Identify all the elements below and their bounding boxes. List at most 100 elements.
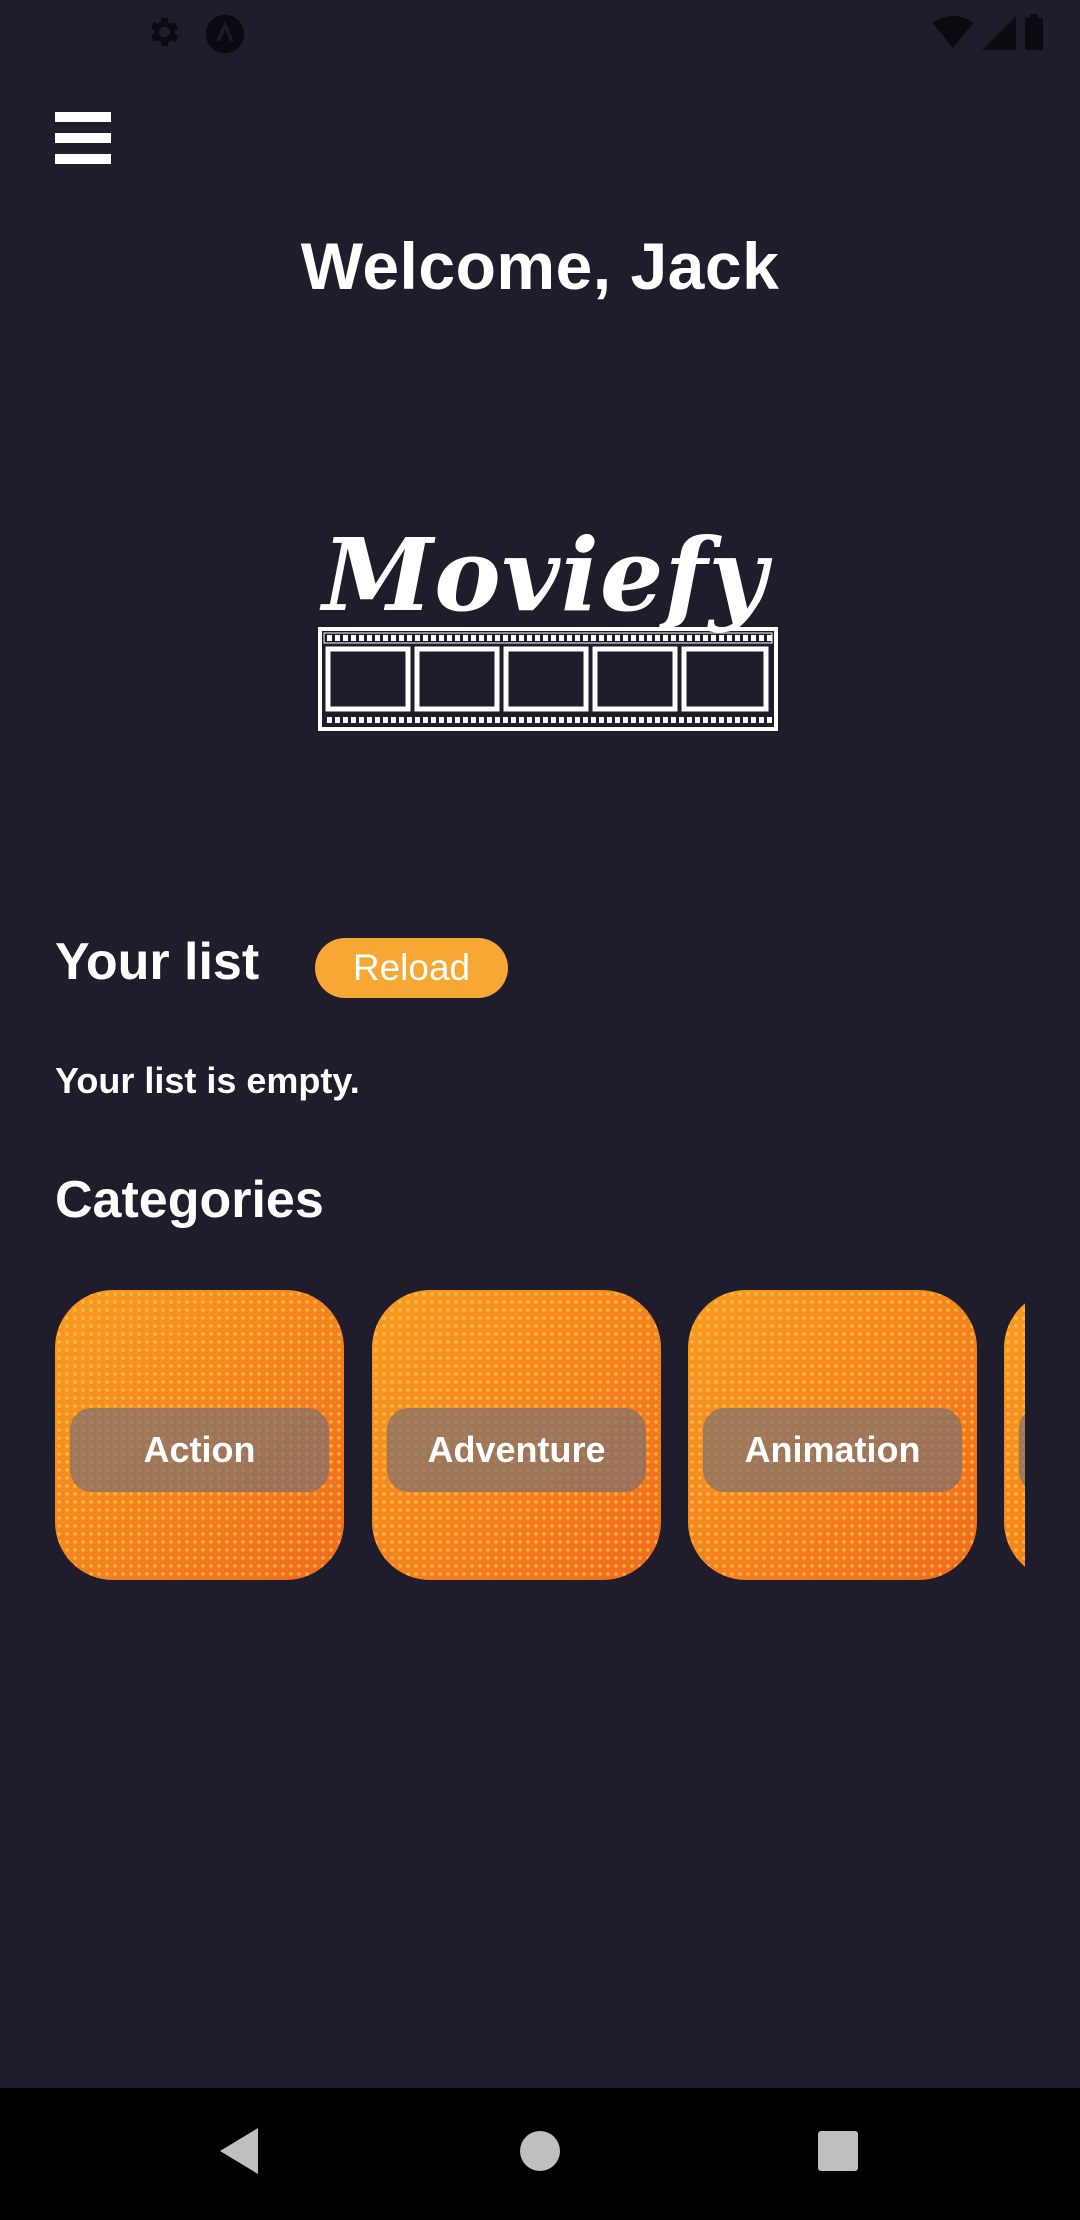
- menu-bar: [55, 112, 111, 122]
- category-card-adventure[interactable]: Adventure: [372, 1290, 661, 1580]
- film-perforation: [583, 635, 588, 641]
- film-perforation: [575, 717, 580, 723]
- film-perforation: [671, 717, 676, 723]
- film-perforation: [367, 717, 372, 723]
- menu-bar: [55, 133, 111, 143]
- category-card-animation[interactable]: Animation: [688, 1290, 977, 1580]
- film-strip-icon: [318, 627, 778, 731]
- film-perforation: [511, 717, 516, 723]
- film-perforation: [575, 635, 580, 641]
- film-perforation: [511, 635, 516, 641]
- categories-title: Categories: [55, 1171, 324, 1229]
- category-card-action[interactable]: Action: [55, 1290, 344, 1580]
- system-nav-bar: [0, 2088, 1080, 2220]
- film-perforation: [335, 635, 340, 641]
- film-perforation: [327, 635, 332, 641]
- film-perforation: [335, 717, 340, 723]
- film-perforation: [631, 717, 636, 723]
- film-perforation: [615, 635, 620, 641]
- film-perforation: [431, 717, 436, 723]
- wifi-icon: [932, 16, 974, 55]
- film-perforation: [519, 717, 524, 723]
- film-perforation: [719, 635, 724, 641]
- film-perforation: [663, 717, 668, 723]
- status-bar: [0, 0, 1080, 63]
- recents-icon[interactable]: [816, 2126, 860, 2181]
- film-perforation: [519, 635, 524, 641]
- hamburger-menu-icon[interactable]: [55, 110, 111, 166]
- film-perforation: [455, 635, 460, 641]
- film-perforation: [527, 635, 532, 641]
- film-perforation: [375, 717, 380, 723]
- film-perforation: [679, 717, 684, 723]
- back-icon[interactable]: [218, 2126, 260, 2181]
- film-perforation: [527, 717, 532, 723]
- film-perforation: [607, 717, 612, 723]
- film-perforation: [735, 635, 740, 641]
- film-perforation: [455, 717, 460, 723]
- film-perforation: [695, 717, 700, 723]
- film-perforation: [663, 635, 668, 641]
- film-perforation: [391, 717, 396, 723]
- signal-icon: [982, 16, 1016, 55]
- film-perforation: [599, 717, 604, 723]
- settings-icon: [144, 13, 182, 60]
- home-icon[interactable]: [519, 2126, 561, 2181]
- category-label: [1019, 1408, 1025, 1492]
- film-perforation: [463, 635, 468, 641]
- film-perforation: [463, 717, 468, 723]
- film-perforation: [487, 717, 492, 723]
- film-perforation: [751, 635, 756, 641]
- film-perforation: [535, 635, 540, 641]
- film-perforation: [647, 635, 652, 641]
- film-perforation: [671, 635, 676, 641]
- film-perforation: [703, 717, 708, 723]
- film-perforation: [711, 717, 716, 723]
- film-perforation: [407, 717, 412, 723]
- film-perforation: [535, 717, 540, 723]
- film-perforation: [719, 717, 724, 723]
- film-perforation: [367, 635, 372, 641]
- film-perforation: [599, 635, 604, 641]
- battery-icon: [1024, 14, 1044, 55]
- film-perforation: [383, 635, 388, 641]
- film-perforation: [351, 717, 356, 723]
- film-perforation: [759, 717, 764, 723]
- film-perforation: [687, 635, 692, 641]
- film-perforation: [375, 635, 380, 641]
- film-perforation: [567, 717, 572, 723]
- film-perforation: [639, 635, 644, 641]
- film-perforation: [743, 635, 748, 641]
- film-perforation: [743, 717, 748, 723]
- film-perforation: [391, 635, 396, 641]
- your-list-title: Your list: [55, 933, 260, 991]
- film-perforation: [479, 635, 484, 641]
- film-perforation: [439, 717, 444, 723]
- film-perforation: [351, 635, 356, 641]
- film-perforation: [703, 635, 708, 641]
- film-perforation: [567, 635, 572, 641]
- reload-button[interactable]: Reload: [315, 938, 508, 998]
- film-perforation: [423, 717, 428, 723]
- film-perforation: [551, 635, 556, 641]
- category-card-partial[interactable]: [1004, 1290, 1025, 1580]
- film-perforation: [383, 717, 388, 723]
- film-perforation: [327, 717, 332, 723]
- film-perforation: [431, 635, 436, 641]
- film-perforation: [631, 635, 636, 641]
- film-perforation: [679, 635, 684, 641]
- moviefy-logo: Moviefy: [300, 525, 790, 735]
- film-perforation: [727, 635, 732, 641]
- film-perforation: [655, 635, 660, 641]
- film-perforation: [639, 717, 644, 723]
- film-perforation: [495, 717, 500, 723]
- film-perforation: [399, 717, 404, 723]
- film-perforation: [591, 635, 596, 641]
- categories-carousel[interactable]: Action Adventure Animation: [55, 1290, 1025, 1580]
- category-label: Animation: [703, 1408, 962, 1492]
- film-perforation: [359, 717, 364, 723]
- film-perforation: [503, 717, 508, 723]
- film-perforation: [759, 635, 764, 641]
- film-perforation: [439, 635, 444, 641]
- film-perforation: [735, 717, 740, 723]
